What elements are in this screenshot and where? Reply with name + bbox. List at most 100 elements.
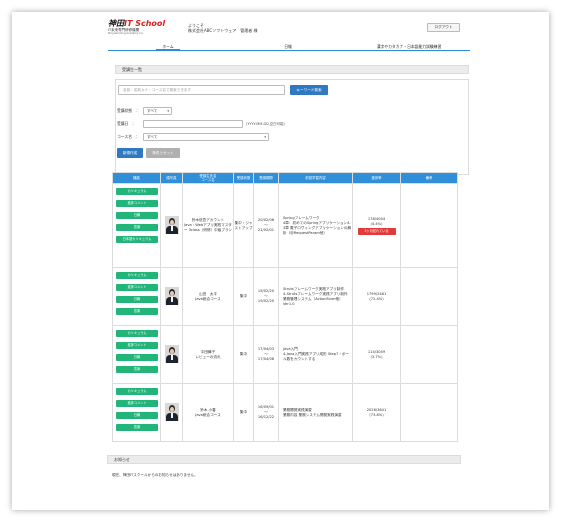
student-photo-cell (160, 325, 183, 384)
date-label: 受講日 ： (117, 121, 136, 126)
nav-report[interactable]: 日報 (228, 44, 348, 50)
notes-cell (400, 383, 458, 442)
nav-kana-practice[interactable]: 漢字やカタカナ・日本語能力試験練習 (348, 44, 470, 50)
progress-comment-button[interactable]: 進捗コメント (116, 200, 158, 207)
table-row: カリキュラム 進捗コメント 日報 答案 中田舞子 レビューの流れ 集中 17/0… (112, 325, 458, 384)
col-header-last-content: 前回学習内容 (278, 172, 353, 184)
col-header-functions: 機能 (112, 172, 161, 184)
student-photo-cell (160, 267, 183, 326)
status-select[interactable]: すべて ▾ (143, 107, 172, 115)
content-detail: 4-Strutsフレームワーク実践アプリ制作 業務管理システム（ActionFo… (283, 291, 348, 306)
answers-button[interactable]: 答案 (116, 224, 158, 231)
keyword-search-button[interactable]: キーワード検索 (290, 85, 328, 95)
progress-cell: 178/4044 (4.4%) 3ヶ月遅れている (352, 183, 401, 268)
period-end: 21/02/01 (257, 228, 275, 232)
course-name: Java総合コース (195, 412, 221, 417)
progress-percent: (72.4%) (369, 296, 384, 301)
new-student-button[interactable]: 新規作成 (117, 148, 143, 158)
notes-cell (400, 183, 458, 268)
period-cell: 17/04/03 ～ 17/04/08 (253, 325, 279, 384)
last-content-cell: Springフレームワーク 4章：初めてのSpringアプリケーション4-3章 … (278, 183, 353, 268)
japanese-curriculum-button[interactable]: 日本語カリキュラム (116, 236, 158, 243)
answers-button[interactable]: 答案 (116, 308, 158, 315)
progress-percent: (4.4%) (370, 221, 383, 226)
col-header-period: 受講期間 (253, 172, 279, 184)
progress-cell: 114/3049 (3.7%) (352, 325, 401, 384)
progress-percent: (73.8%) (369, 412, 384, 417)
period-end: 16/12/22 (257, 415, 275, 419)
table-row: カリキュラム 進捗コメント 日報 答案 山田 太平 Java総合コース 集中 1… (112, 267, 458, 326)
row-actions: カリキュラム 進捗コメント 日報 答案 日本語カリキュラム (112, 183, 161, 268)
main-nav: ホーム 日報 漢字やカタカナ・日本語能力試験練習 (108, 43, 470, 51)
row-actions: カリキュラム 進捗コメント 日報 答案 (112, 325, 161, 384)
name-course-cell: 鈴木信吾アカウント Java・Webアプリ実践マスター 3class（研修）中級… (182, 183, 234, 268)
student-photo (164, 402, 179, 421)
course-select[interactable]: すべて ▾ (143, 133, 269, 141)
course-name: Java総合コース (195, 296, 221, 301)
curriculum-button[interactable]: カリキュラム (116, 330, 158, 337)
notice-text: 現在、神田ITスクールからのお知らせはありません。 (112, 473, 198, 477)
table-header-row: 機能 顔写真 受講生氏名 コース名 受講状態 受講期間 前回学習内容 進捗率 備… (112, 172, 458, 184)
col-header-status: 受講状態 (233, 172, 254, 184)
course-select-value: すべて (147, 135, 158, 139)
status-cell: 集中・ジャストアップ (233, 183, 254, 268)
status-label: 受講状態 ： (117, 108, 140, 113)
progress-comment-button[interactable]: 進捗コメント (116, 284, 158, 291)
status-cell: 集中 (233, 383, 254, 442)
progress-comment-button[interactable]: 進捗コメント (116, 342, 158, 349)
content-title: Strutsフレームワーク実践アプリ制作 (283, 286, 344, 291)
daily-report-button[interactable]: 日報 (116, 296, 158, 303)
period-cell: 20/02/06 ～ 21/02/01 (253, 183, 279, 268)
daily-report-button[interactable]: 日報 (116, 412, 158, 419)
status-cell: 集中 (233, 267, 254, 326)
search-input[interactable]: 名前・名前カナ・コース名で検索できます (118, 85, 285, 95)
header: 神田IT School IT未来専門研修機関 Programming Acade… (12, 12, 549, 40)
course-name: レビューの流れ (195, 354, 221, 359)
nav-active-indicator (156, 49, 180, 51)
notes-cell (400, 325, 458, 384)
logo-title: 神田IT School (108, 20, 165, 28)
col-header-photo: 顔写真 (160, 172, 183, 184)
logout-button[interactable]: ログアウト (427, 23, 460, 32)
content-detail: 業務内容 業務システム開発実践演習 (283, 412, 342, 417)
student-photo (164, 344, 179, 363)
curriculum-button[interactable]: カリキュラム (116, 272, 158, 279)
status-cell: 集中 (233, 325, 254, 384)
period-cell: 19/02/20 ～ 19/02/20 (253, 267, 279, 326)
progress-cell: 2026/3641 (73.8%) (352, 383, 401, 442)
table-row: カリキュラム 進捗コメント 日報 答案 日本語カリキュラム 鈴木信吾アカウント … (112, 183, 458, 268)
notes-cell (400, 267, 458, 326)
student-photo-cell (160, 183, 183, 268)
logo-subtitle-en: Programming Academy Inc. (108, 31, 144, 35)
name-course-cell: 山田 太平 Java総合コース (182, 267, 234, 326)
daily-report-button[interactable]: 日報 (116, 212, 158, 219)
course-name: Java・Webアプリ実践マスター 3class（研修）中級プラン (183, 223, 233, 232)
curriculum-button[interactable]: カリキュラム (116, 188, 158, 195)
delay-badge: 3ヶ月遅れている (357, 227, 396, 235)
answers-button[interactable]: 答案 (116, 366, 158, 373)
content-detail: 4-Java入門実践アプリ成形 Step7・ボール数をカウントする (283, 352, 350, 361)
curriculum-button[interactable]: カリキュラム (116, 388, 158, 395)
student-photo (164, 215, 179, 234)
company-user: 株式会社ABCソフトウェア 管理者 様 (188, 28, 258, 33)
daily-report-button[interactable]: 日報 (116, 354, 158, 361)
progress-comment-button[interactable]: 進捗コメント (116, 400, 158, 407)
logo-highlight: IT School (124, 19, 166, 28)
answers-button[interactable]: 答案 (116, 424, 158, 431)
school-logo[interactable]: 神田IT School IT未来専門研修機関 Programming Acade… (108, 20, 165, 35)
period-end: 17/04/08 (257, 357, 275, 361)
row-actions: カリキュラム 進捗コメント 日報 答案 (112, 267, 161, 326)
last-content-cell: 業務開発実践演習 業務内容 業務システム開発実践演習 (278, 383, 353, 442)
progress-percent: (3.7%) (370, 354, 383, 359)
content-detail: 4章：初めてのSpringアプリケーション4-3章 電子ロヴィングアプリケーショ… (283, 220, 352, 235)
student-list-header: 受講生一覧 (115, 65, 469, 74)
name-course-cell: 鈴木 小春 Java総合コース (182, 383, 234, 442)
course-label: コース名 ： (117, 134, 140, 139)
notice-header: お知らせ (107, 455, 461, 464)
reset-filter-button[interactable]: 条件リセット (146, 148, 180, 158)
last-content-cell: Strutsフレームワーク実践アプリ制作 4-Strutsフレームワーク実践アプ… (278, 267, 353, 326)
date-input[interactable] (143, 120, 243, 128)
chevron-down-icon: ▾ (264, 135, 266, 139)
col-header-name-course: 受講生氏名 コース名 (182, 172, 234, 184)
chevron-down-icon: ▾ (167, 109, 169, 113)
